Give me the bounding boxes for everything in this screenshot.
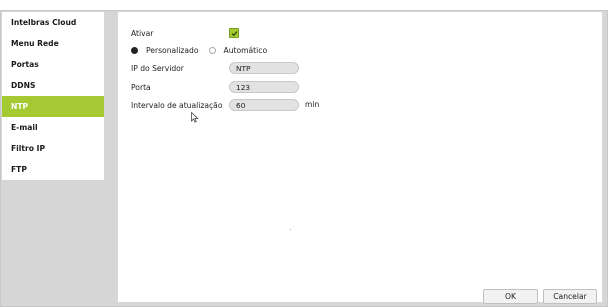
sidebar-item-ntp[interactable]: NTP xyxy=(2,96,104,117)
sidebar-item-ddns[interactable]: DDNS xyxy=(2,75,104,96)
sidebar-item-portas[interactable]: Portas xyxy=(2,54,104,75)
cancel-button[interactable]: Cancelar xyxy=(543,289,597,304)
mode-auto-label: Automático xyxy=(223,45,268,55)
enable-label: Ativar xyxy=(131,29,154,38)
interval-label: Intervalo de atualização xyxy=(131,101,223,110)
sidebar-item-ftp[interactable]: FTP xyxy=(2,159,104,180)
checkmark-icon xyxy=(231,30,237,36)
mode-radio-group: Personalizado Automático xyxy=(131,45,267,55)
sidebar-item-intelbras-cloud[interactable]: Intelbras Cloud xyxy=(2,12,104,33)
mouse-cursor-icon xyxy=(191,108,199,127)
sidebar-item-menu-rede[interactable]: Menu Rede xyxy=(2,33,104,54)
mode-auto-radio[interactable] xyxy=(208,46,216,54)
stray-dot xyxy=(290,229,291,230)
enable-checkbox[interactable] xyxy=(229,28,239,38)
sidebar-item-filtro-ip[interactable]: Filtro IP xyxy=(2,138,104,159)
port-input[interactable]: 123 xyxy=(229,81,299,93)
port-label: Porta xyxy=(131,83,151,92)
ntp-settings-panel: Ativar Personalizado Automático IP do Se… xyxy=(118,12,602,304)
interval-unit: min xyxy=(305,100,320,109)
server-input[interactable]: NTP xyxy=(229,62,299,74)
server-label: IP do Servidor xyxy=(131,64,184,73)
mode-custom-label: Personalizado xyxy=(146,45,199,55)
sidebar-menu: Intelbras Cloud Menu Rede Portas DDNS NT… xyxy=(2,12,104,180)
interval-input[interactable]: 60 xyxy=(229,99,299,111)
ok-button[interactable]: OK xyxy=(483,289,538,304)
mode-custom-radio[interactable] xyxy=(131,46,138,54)
sidebar-item-email[interactable]: E-mail xyxy=(2,117,104,138)
